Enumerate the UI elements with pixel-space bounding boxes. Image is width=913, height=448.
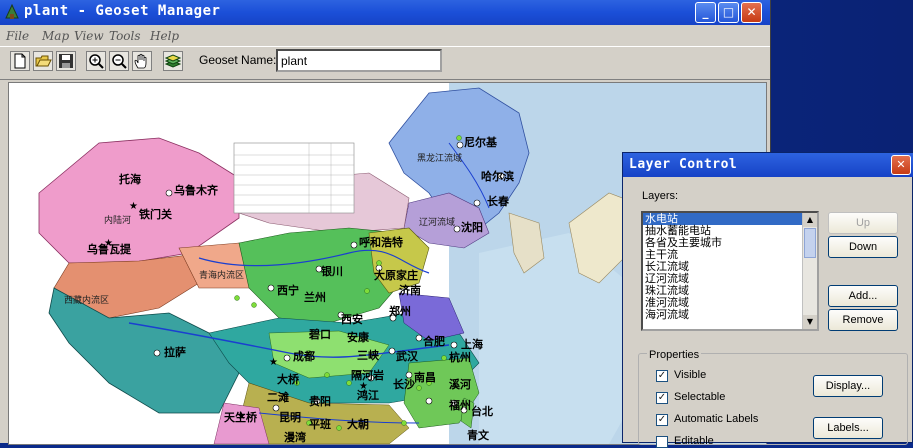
map-label: 隔河岩 — [351, 368, 384, 382]
scroll-thumb[interactable] — [804, 228, 816, 258]
save-icon[interactable] — [56, 51, 76, 71]
map-label: 三峡 — [357, 348, 380, 362]
open-icon[interactable] — [33, 51, 53, 71]
map-label: 郑州 — [389, 304, 411, 318]
menu-tools[interactable]: Tools — [109, 29, 141, 43]
selectable-label: Selectable — [674, 391, 726, 403]
display-button[interactable]: Display... — [813, 375, 883, 397]
new-icon[interactable] — [10, 51, 30, 71]
menu-file[interactable]: File — [6, 29, 29, 43]
map-label: 银川 — [321, 264, 343, 278]
map-label: 大原家庄 — [374, 268, 418, 282]
labels-button[interactable]: Labels... — [813, 417, 883, 439]
map-label: 拉萨 — [164, 345, 186, 359]
map-label: 西宁 — [277, 283, 299, 297]
menu-bar: File Map View Tools Help — [0, 25, 770, 45]
map-label: 呼和浩特 — [359, 235, 403, 249]
map-label: 大桥 — [277, 372, 300, 386]
pan-hand-icon[interactable] — [132, 51, 152, 71]
map-label: 成都 — [293, 349, 315, 363]
dialog-title: Layer Control — [629, 157, 738, 172]
map-label: 台北 — [471, 404, 493, 418]
menu-view[interactable]: View — [74, 29, 104, 43]
visible-label: Visible — [674, 369, 707, 381]
map-region-label: 西藏内流区 — [64, 294, 109, 306]
map-label: 安康 — [347, 330, 370, 344]
map-label: 乌鲁瓦提 — [87, 242, 132, 256]
map-label: 漫湾 — [284, 430, 306, 444]
svg-text:★: ★ — [269, 357, 278, 368]
map-label: 青文 — [467, 428, 490, 442]
map-label: 托海 — [119, 172, 141, 186]
map-label: 溪河 — [449, 377, 471, 391]
scroll-up-icon[interactable]: ▲ — [803, 213, 817, 227]
map-region-label: 内陆河 — [104, 214, 131, 226]
layers-icon[interactable] — [163, 51, 183, 71]
add-button[interactable]: Add... — [828, 285, 898, 307]
layer-item[interactable]: 海河流域 — [643, 309, 817, 321]
map-label: 福州 — [448, 398, 471, 412]
map-label: 尼尔基 — [464, 135, 498, 149]
map-label: 武汉 — [396, 349, 419, 363]
zoom-in-icon[interactable] — [86, 51, 106, 71]
geoset-name-label: Geoset Name: — [199, 53, 277, 67]
dialog-close-button[interactable]: ✕ — [891, 155, 911, 175]
layers-listbox[interactable]: 水电站 抽水蓄能电站 各省及主要城市 主干流 长江流域 辽河流域 珠江流域 淮河… — [641, 211, 819, 331]
menu-help[interactable]: Help — [150, 29, 179, 43]
automatic-labels-checkbox[interactable]: ✓ — [656, 414, 668, 426]
editable-label: Editable — [674, 435, 714, 447]
map-label: 平班 — [309, 417, 331, 431]
down-button[interactable]: Down — [828, 236, 898, 258]
map-label: 昆明 — [279, 411, 301, 424]
svg-text:★: ★ — [129, 201, 138, 212]
window-title: plant - Geoset Manager — [24, 3, 221, 19]
map-label: 南昌 — [414, 370, 436, 384]
dialog-title-bar[interactable]: Layer Control ✕ — [623, 153, 913, 177]
map-label: 长沙 — [393, 377, 415, 391]
map-label: 济南 — [399, 283, 421, 297]
remove-button[interactable]: Remove — [828, 309, 898, 331]
map-region-label: 辽河流域 — [419, 216, 455, 228]
map-label: 碧口 — [308, 327, 331, 341]
map-label: 天生桥 — [224, 410, 258, 424]
selectable-checkbox[interactable]: ✓ — [656, 392, 668, 404]
map-label: 杭州 — [449, 350, 471, 364]
scroll-down-icon[interactable]: ▼ — [803, 315, 817, 329]
visible-checkbox[interactable]: ✓ — [656, 370, 668, 382]
listbox-scrollbar[interactable]: ▲ ▼ — [802, 213, 817, 329]
minimize-button[interactable]: _ — [695, 2, 716, 23]
map-label: 鸿江 — [357, 388, 379, 402]
maximize-button[interactable]: □ — [718, 2, 739, 23]
map-label: 二滩 — [267, 390, 289, 404]
map-label: 合肥 — [423, 334, 445, 348]
properties-label: Properties — [647, 349, 702, 361]
map-label: 兰州 — [304, 290, 326, 304]
map-label: 沈阳 — [461, 220, 483, 234]
map-label: 上海 — [461, 337, 483, 351]
map-label: 乌鲁木齐 — [174, 183, 219, 197]
layers-label: Layers: — [642, 190, 679, 202]
automatic-labels-label: Automatic Labels — [674, 413, 759, 425]
map-label: 西安 — [341, 312, 363, 326]
app-icon — [5, 4, 19, 19]
editable-checkbox[interactable] — [656, 436, 668, 448]
map-label: 哈尔滨 — [481, 169, 514, 183]
map-region-label: 青海内流区 — [199, 269, 244, 281]
map-label: 长春 — [487, 194, 510, 208]
map-region-label: 黑龙江流域 — [417, 152, 462, 164]
up-button[interactable]: Up — [828, 212, 898, 234]
menu-map[interactable]: Map — [42, 29, 69, 43]
geoset-name-input[interactable]: plant — [276, 49, 442, 72]
zoom-out-icon[interactable] — [109, 51, 129, 71]
title-bar[interactable]: plant - Geoset Manager _ □ ✕ — [0, 0, 770, 25]
map-label: 铁门关 — [139, 207, 172, 221]
layer-control-dialog: Layer Control ✕ Layers: 水电站 抽水蓄能电站 各省及主要… — [622, 152, 913, 448]
close-button[interactable]: ✕ — [741, 2, 762, 23]
map-label: 大朝 — [347, 417, 369, 431]
map-label: 贵阳 — [309, 394, 331, 408]
